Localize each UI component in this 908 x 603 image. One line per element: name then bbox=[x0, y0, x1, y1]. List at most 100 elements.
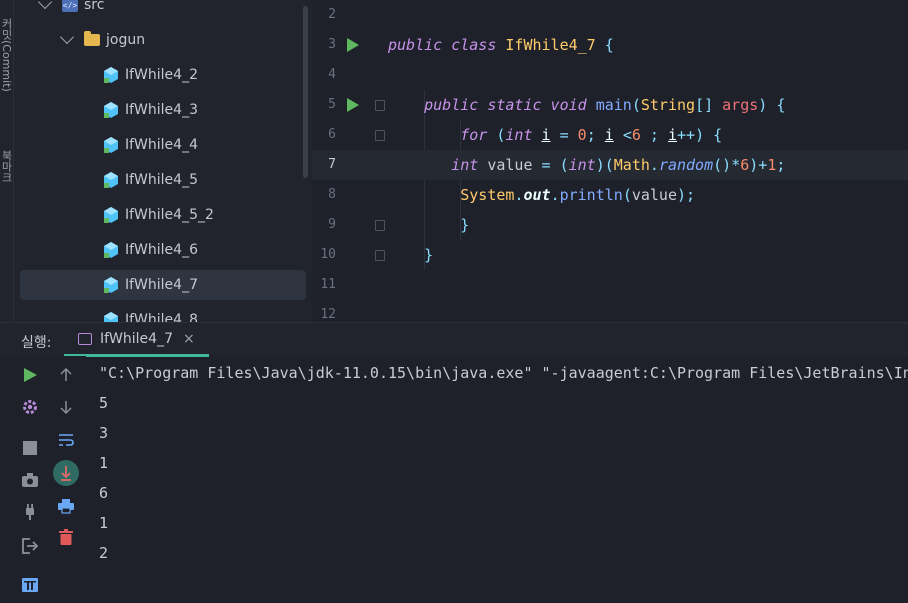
chevron-down-icon[interactable] bbox=[59, 29, 75, 45]
line-number: 4 bbox=[328, 67, 336, 82]
tree-item-class[interactable]: IfWhile4_5_2 bbox=[14, 200, 214, 230]
code-text: for (int i = 0; i <6 ; i++) { bbox=[460, 126, 723, 144]
printer-icon bbox=[58, 499, 74, 514]
source-folder-icon: </> bbox=[62, 0, 78, 12]
code-text: int value = (int)(Math.random()*6)+1; bbox=[451, 156, 786, 174]
line-number: 2 bbox=[328, 7, 336, 22]
layout-icon bbox=[22, 578, 38, 592]
rerun-button[interactable] bbox=[17, 362, 43, 388]
tree-item-class[interactable]: IfWhile4_7 bbox=[20, 270, 306, 300]
stop-icon bbox=[23, 441, 37, 455]
console-output[interactable]: "C:\Program Files\Java\jdk-11.0.15\bin\j… bbox=[86, 356, 908, 603]
gear-icon bbox=[23, 400, 37, 414]
java-class-icon bbox=[104, 137, 118, 153]
code-text: } bbox=[424, 246, 434, 264]
console-line: 3 bbox=[99, 424, 109, 442]
code-editor[interactable]: 2 3 public class IfWhile4_7 { 4 5 public… bbox=[312, 0, 908, 322]
print-button[interactable] bbox=[53, 493, 79, 519]
line-number: 6 bbox=[328, 127, 336, 142]
left-tool-strip: 커밋(Commit) 북마크 bbox=[0, 0, 14, 322]
code-text: System.out.println(value); bbox=[460, 186, 696, 204]
stop-button[interactable] bbox=[17, 435, 43, 461]
console-line: 2 bbox=[99, 544, 109, 562]
scroll-to-end-button[interactable] bbox=[53, 460, 79, 486]
line-number: 3 bbox=[328, 37, 336, 52]
line-number: 9 bbox=[328, 217, 336, 232]
line-number: 8 bbox=[328, 187, 336, 202]
tree-item-class[interactable]: IfWhile4_6 bbox=[14, 235, 198, 265]
fold-icon[interactable] bbox=[375, 220, 385, 231]
bookmarks-tool-label[interactable]: 북마크 bbox=[0, 150, 14, 183]
code-line: 9 } bbox=[312, 210, 908, 240]
tree-item-package[interactable]: jogun bbox=[59, 25, 146, 55]
tree-item-label: IfWhile4_4 bbox=[125, 137, 198, 153]
exit-button[interactable] bbox=[17, 533, 43, 559]
chevron-down-icon[interactable] bbox=[37, 0, 53, 10]
code-line: 6 for (int i = 0; i <6 ; i++) { bbox=[312, 120, 908, 150]
fold-icon[interactable] bbox=[375, 130, 385, 141]
code-line: 10 } bbox=[312, 240, 908, 270]
run-panel-header: 실행: IfWhile4_7 × bbox=[0, 322, 908, 357]
console-line: 6 bbox=[99, 484, 109, 502]
code-text: } bbox=[460, 216, 470, 234]
line-number: 10 bbox=[320, 247, 336, 262]
scroll-to-end-icon bbox=[53, 460, 79, 486]
tree-item-label: jogun bbox=[106, 32, 146, 48]
tree-scrollbar[interactable] bbox=[303, 6, 308, 178]
java-class-icon bbox=[104, 172, 118, 188]
line-number: 5 bbox=[328, 97, 336, 112]
code-text: public class IfWhile4_7 { bbox=[388, 36, 614, 54]
tree-item-label: IfWhile4_8 bbox=[125, 312, 198, 322]
code-line: 5 public static void main(String[] args)… bbox=[312, 90, 908, 120]
tree-item-class[interactable]: IfWhile4_5 bbox=[14, 165, 198, 195]
arrow-down-icon bbox=[60, 401, 72, 415]
java-class-icon bbox=[104, 102, 118, 118]
tree-item-class[interactable]: IfWhile4_4 bbox=[14, 130, 198, 160]
code-line: 11 bbox=[312, 270, 908, 300]
tree-item-src[interactable]: </> src bbox=[37, 0, 104, 20]
camera-icon bbox=[22, 473, 38, 487]
console-line: "C:\Program Files\Java\jdk-11.0.15\bin\j… bbox=[99, 364, 908, 382]
code-line: 4 bbox=[312, 60, 908, 90]
run-tab[interactable]: IfWhile4_7 × bbox=[64, 323, 209, 357]
fold-icon[interactable] bbox=[375, 250, 385, 261]
commit-tool-label[interactable]: 커밋(Commit) bbox=[0, 18, 14, 92]
code-line: 12 bbox=[312, 300, 908, 322]
arrow-up-icon bbox=[60, 367, 72, 381]
tree-item-class[interactable]: IfWhile4_8 bbox=[14, 305, 198, 322]
tree-item-class[interactable]: IfWhile4_3 bbox=[14, 95, 198, 125]
settings-button[interactable] bbox=[17, 394, 43, 420]
console-line: 5 bbox=[99, 394, 109, 412]
tree-item-label: IfWhile4_5 bbox=[125, 172, 198, 188]
screenshot-button[interactable] bbox=[17, 467, 43, 493]
tree-item-label: IfWhile4_6 bbox=[125, 242, 198, 258]
soft-wrap-button[interactable] bbox=[53, 427, 79, 453]
run-tab-label: IfWhile4_7 bbox=[100, 330, 173, 347]
play-icon bbox=[24, 368, 37, 382]
code-text: public static void main(String[] args) { bbox=[424, 96, 786, 114]
tree-item-class[interactable]: IfWhile4_2 bbox=[14, 60, 198, 90]
tree-item-label: IfWhile4_7 bbox=[125, 277, 198, 293]
tree-item-label: IfWhile4_2 bbox=[125, 67, 198, 83]
wrap-icon bbox=[59, 434, 74, 446]
attach-debugger-button[interactable] bbox=[17, 499, 43, 525]
java-class-icon bbox=[104, 67, 118, 83]
next-occurrence-button[interactable] bbox=[53, 394, 79, 420]
close-icon[interactable]: × bbox=[183, 331, 195, 347]
clear-all-button[interactable] bbox=[53, 524, 79, 550]
run-main-icon[interactable] bbox=[347, 98, 359, 112]
line-number: 12 bbox=[320, 307, 336, 322]
console-window-icon bbox=[78, 332, 92, 345]
layout-button[interactable] bbox=[17, 572, 43, 598]
console-line: 1 bbox=[99, 454, 109, 472]
exit-icon bbox=[22, 538, 39, 554]
code-line: 3 public class IfWhile4_7 { bbox=[312, 30, 908, 60]
line-number: 11 bbox=[320, 277, 336, 292]
code-line: 8 System.out.println(value); bbox=[312, 180, 908, 210]
previous-occurrence-button[interactable] bbox=[53, 362, 79, 388]
java-class-icon bbox=[104, 277, 118, 293]
run-class-icon[interactable] bbox=[347, 38, 359, 52]
run-toolbar bbox=[0, 356, 86, 603]
fold-icon[interactable] bbox=[375, 100, 385, 111]
plug-icon bbox=[26, 504, 34, 520]
